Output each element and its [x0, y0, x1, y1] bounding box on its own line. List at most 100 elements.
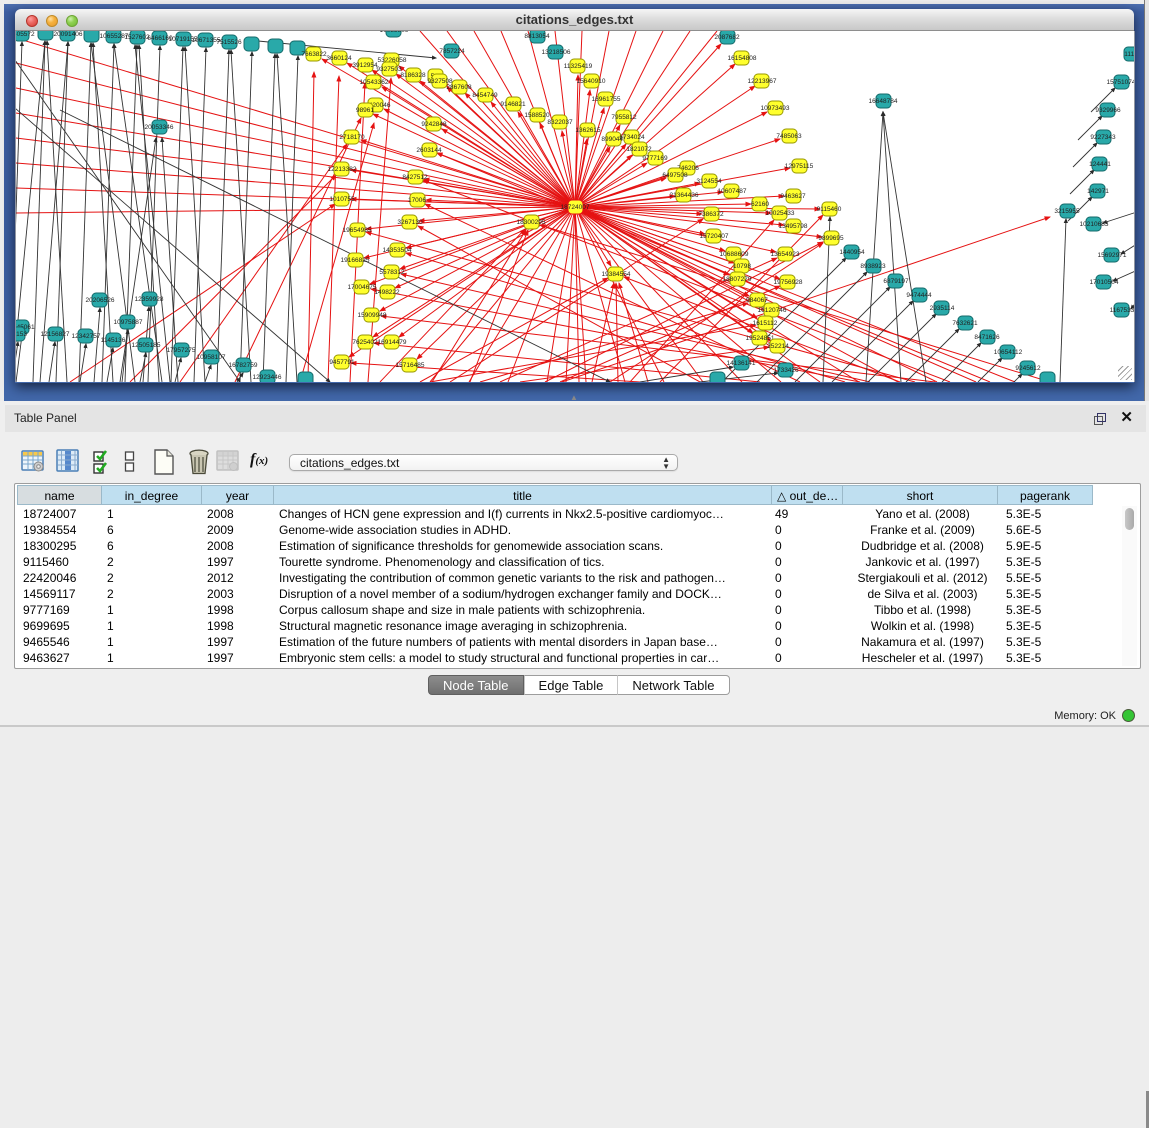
svg-text:16914479: 16914479 — [378, 339, 407, 346]
svg-text:9115460: 9115460 — [817, 206, 842, 213]
svg-text:21364436: 21364436 — [670, 192, 699, 199]
svg-text:16782759: 16782759 — [229, 362, 258, 369]
svg-text:13654923: 13654923 — [771, 251, 800, 258]
svg-text:252214: 252214 — [767, 343, 789, 350]
svg-text:17010504: 17010504 — [1090, 279, 1119, 286]
svg-text:7485063: 7485063 — [776, 133, 802, 140]
svg-text:12342757: 12342757 — [72, 333, 101, 340]
svg-text:11325419: 11325419 — [564, 63, 593, 70]
svg-text:14353504: 14353504 — [383, 247, 412, 254]
svg-text:15716485: 15716485 — [396, 362, 425, 369]
svg-text:7625402: 7625402 — [352, 339, 378, 346]
svg-text:10654112: 10654112 — [994, 349, 1023, 356]
svg-text:3124554: 3124554 — [696, 178, 722, 185]
svg-text:10543362: 10543362 — [360, 79, 389, 86]
svg-text:1362615: 1362615 — [575, 127, 601, 134]
svg-text:1010755: 1010755 — [329, 196, 355, 203]
svg-text:10973493: 10973493 — [761, 105, 790, 112]
svg-text:8813054: 8813054 — [524, 33, 550, 40]
svg-text:8938923: 8938923 — [860, 263, 886, 270]
svg-text:16120746: 16120746 — [758, 307, 787, 314]
svg-text:12359928: 12359928 — [135, 296, 164, 303]
svg-text:1821072: 1821072 — [626, 146, 652, 153]
svg-text:8427512: 8427512 — [402, 174, 428, 181]
svg-text:5578312: 5578312 — [379, 269, 405, 276]
svg-text:19654985: 19654985 — [343, 227, 372, 234]
svg-text:10958107: 10958107 — [197, 354, 226, 361]
svg-text:1527602: 1527602 — [124, 34, 150, 41]
svg-text:1112: 1112 — [1124, 51, 1134, 58]
svg-text:7663822: 7663822 — [301, 51, 327, 58]
svg-text:10607487: 10607487 — [718, 188, 747, 195]
svg-text:1167533: 1167533 — [1110, 307, 1134, 314]
svg-text:9899695: 9899695 — [818, 235, 844, 242]
svg-text:20091406: 20091406 — [54, 31, 83, 38]
svg-text:9474444: 9474444 — [906, 292, 932, 299]
svg-text:8471626: 8471626 — [974, 334, 1000, 341]
svg-text:17004675: 17004675 — [348, 284, 377, 291]
svg-text:18807279: 18807279 — [723, 276, 752, 283]
svg-text:62160: 62160 — [751, 201, 769, 208]
svg-text:15751074: 15751074 — [1107, 79, 1134, 86]
svg-text:3267130: 3267130 — [397, 219, 423, 226]
svg-text:8322037: 8322037 — [547, 119, 573, 126]
svg-text:8186328: 8186328 — [400, 72, 426, 79]
svg-text:39153: 39153 — [16, 331, 27, 338]
svg-text:19756928: 19756928 — [774, 279, 803, 286]
svg-text:7386372: 7386372 — [698, 211, 724, 218]
svg-text:17006: 17006 — [408, 197, 426, 204]
svg-text:12156827: 12156827 — [41, 331, 70, 338]
svg-text:18724007: 18724007 — [561, 204, 590, 211]
svg-text:98961: 98961 — [356, 107, 374, 114]
svg-text:16154808: 16154808 — [728, 55, 757, 62]
svg-text:12923446: 12923446 — [253, 374, 282, 381]
svg-text:20053346: 20053346 — [145, 124, 174, 131]
svg-text:9242848: 9242848 — [421, 121, 447, 128]
svg-text:7857224: 7857224 — [439, 48, 465, 55]
svg-text:15640910: 15640910 — [577, 78, 606, 85]
svg-text:16961755: 16961755 — [592, 96, 621, 103]
svg-text:9329966: 9329966 — [1095, 107, 1121, 114]
svg-text:19384554: 19384554 — [602, 271, 631, 278]
svg-text:1498222: 1498222 — [374, 289, 400, 296]
svg-text:2935114: 2935114 — [930, 305, 955, 312]
svg-text:6879197: 6879197 — [883, 278, 909, 285]
svg-text:9327503: 9327503 — [376, 66, 402, 73]
svg-text:2603144: 2603144 — [416, 147, 442, 154]
svg-text:12975115: 12975115 — [785, 163, 814, 170]
svg-text:6497508: 6497508 — [662, 172, 688, 179]
svg-text:2718170: 2718170 — [339, 134, 365, 141]
svg-text:3660124: 3660124 — [326, 55, 352, 62]
svg-text:10210683: 10210683 — [1080, 221, 1109, 228]
svg-text:15909948: 15909948 — [358, 312, 387, 319]
svg-text:16648784: 16648784 — [869, 98, 898, 105]
svg-text:19166825: 19166825 — [341, 257, 370, 264]
svg-text:16033809: 16033809 — [380, 31, 409, 34]
svg-text:12213967: 12213967 — [748, 78, 777, 85]
svg-text:1588520: 1588520 — [524, 112, 550, 119]
svg-text:12213382: 12213382 — [328, 166, 357, 173]
svg-text:7515526: 7515526 — [216, 39, 242, 46]
svg-text:15692971: 15692971 — [1098, 252, 1127, 259]
svg-text:10975887: 10975887 — [114, 319, 143, 326]
svg-text:10688609: 10688609 — [720, 251, 749, 258]
svg-text:12505185: 12505185 — [132, 342, 161, 349]
svg-text:2087682: 2087682 — [714, 34, 740, 41]
svg-text:7955812: 7955812 — [611, 114, 637, 121]
svg-text:1405572: 1405572 — [16, 31, 35, 38]
svg-text:9457791: 9457791 — [329, 359, 355, 366]
svg-text:9245612: 9245612 — [1015, 365, 1041, 372]
svg-text:9777169: 9777169 — [642, 155, 668, 162]
svg-text:2867608: 2867608 — [446, 84, 472, 91]
svg-text:7632621: 7632621 — [952, 320, 978, 327]
svg-text:9227343: 9227343 — [1090, 134, 1116, 141]
svg-text:20206526: 20206526 — [86, 297, 115, 304]
svg-text:1615112: 1615112 — [753, 320, 778, 327]
svg-text:14136141: 14136141 — [727, 360, 756, 367]
svg-text:6734024: 6734024 — [619, 134, 645, 141]
svg-text:9463627: 9463627 — [780, 193, 806, 200]
svg-text:1733426: 1733426 — [773, 367, 799, 374]
svg-text:3215955: 3215955 — [1054, 208, 1080, 215]
svg-text:17957275: 17957275 — [167, 347, 196, 354]
svg-text:9146821: 9146821 — [500, 101, 526, 108]
